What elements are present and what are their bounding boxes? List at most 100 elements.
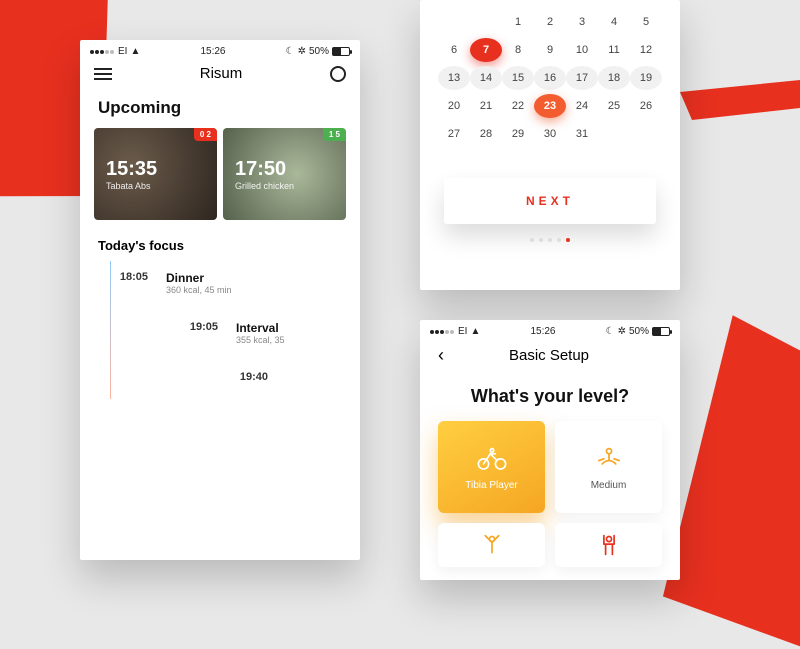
meditation-icon (592, 444, 626, 472)
status-bar: EI ▲ 15:26 ☾ ✲ 50% (420, 320, 680, 339)
calendar-day[interactable]: 22 (502, 94, 534, 118)
person-icon (592, 531, 626, 559)
page-dot[interactable] (539, 238, 543, 242)
calendar-day[interactable]: 27 (438, 122, 470, 146)
entry-meta: 355 kcal, 35 (236, 335, 285, 345)
calendar-grid: 1234567891011121314151617181920212223242… (420, 0, 680, 150)
card-time: 15:35 (106, 158, 217, 181)
calendar-day[interactable]: 18 (598, 66, 630, 90)
calendar-day[interactable]: 6 (438, 38, 470, 62)
phone-home: EI ▲ 15:26 ☾ ✲ 50% Risum Upcoming 0 2 15… (80, 40, 360, 560)
focus-heading: Today's focus (80, 220, 360, 261)
entry-time: 19:05 (168, 321, 218, 333)
timeline-entry[interactable]: 19:05 Interval 355 kcal, 35 (168, 311, 342, 361)
entry-time: 18:05 (98, 271, 148, 283)
timeline-entry[interactable]: 19:40 (218, 361, 342, 399)
page-dot[interactable] (548, 238, 552, 242)
wifi-icon: ▲ (470, 326, 480, 337)
menu-icon[interactable] (94, 68, 112, 80)
calendar-day (598, 122, 630, 146)
calendar-day[interactable]: 25 (598, 94, 630, 118)
calendar-day[interactable]: 26 (630, 94, 662, 118)
entry-name: Dinner (166, 271, 232, 285)
calendar-day (438, 10, 470, 34)
phone-calendar: 1234567891011121314151617181920212223242… (420, 0, 680, 290)
battery-pct: 50% (629, 326, 649, 337)
calendar-day[interactable]: 19 (630, 66, 662, 90)
level-option-tibia[interactable]: Tibia Player (438, 421, 545, 513)
upcoming-heading: Upcoming (80, 92, 360, 128)
back-button[interactable]: ‹ (434, 345, 448, 366)
card-label: Grilled chicken (235, 181, 346, 191)
upcoming-card[interactable]: 0 2 15:35 Tabata Abs (94, 128, 217, 220)
level-option-medium[interactable]: Medium (555, 421, 662, 513)
level-label: Tibia Player (465, 480, 517, 491)
carrier-label: EI (458, 326, 467, 337)
page-dot[interactable] (557, 238, 561, 242)
calendar-day[interactable]: 16 (534, 66, 566, 90)
wifi-icon: ▲ (130, 46, 140, 57)
status-bar: EI ▲ 15:26 ☾ ✲ 50% (80, 40, 360, 59)
dnd-moon-icon: ☾ (286, 46, 295, 57)
calendar-day[interactable]: 31 (566, 122, 598, 146)
page-dot[interactable] (566, 238, 570, 242)
bg-paint-stroke (680, 80, 800, 120)
calendar-day[interactable]: 23 (534, 94, 566, 118)
calendar-day[interactable]: 29 (502, 122, 534, 146)
calendar-day[interactable]: 24 (566, 94, 598, 118)
card-badge: 1 5 (323, 128, 346, 141)
setup-question: What's your level? (420, 376, 680, 421)
calendar-day[interactable]: 11 (598, 38, 630, 62)
timeline: 18:05 Dinner 360 kcal, 45 min 19:05 Inte… (80, 261, 360, 399)
level-option-3[interactable] (438, 523, 545, 567)
timeline-entry[interactable]: 18:05 Dinner 360 kcal, 45 min (98, 261, 342, 311)
calendar-day[interactable]: 21 (470, 94, 502, 118)
stretch-icon (475, 531, 509, 559)
page-dots (420, 224, 680, 242)
level-grid-row2 (420, 513, 680, 567)
level-label: Medium (591, 480, 627, 491)
calendar-day[interactable]: 28 (470, 122, 502, 146)
navbar: ‹ Basic Setup (420, 339, 680, 376)
navbar: Risum (80, 59, 360, 92)
cyclist-icon (475, 444, 509, 472)
calendar-day[interactable]: 14 (470, 66, 502, 90)
next-button[interactable]: NEXT (444, 178, 656, 224)
calendar-day[interactable]: 9 (534, 38, 566, 62)
signal-dots-icon (430, 326, 455, 337)
calendar-day[interactable]: 5 (630, 10, 662, 34)
search-or-profile-button[interactable] (330, 66, 346, 82)
calendar-day[interactable]: 10 (566, 38, 598, 62)
calendar-day[interactable]: 7 (470, 38, 502, 62)
battery-icon (652, 327, 670, 336)
battery-pct: 50% (309, 46, 329, 57)
entry-meta: 360 kcal, 45 min (166, 285, 232, 295)
carrier-label: EI (118, 46, 127, 57)
page-dot[interactable] (530, 238, 534, 242)
calendar-day (470, 10, 502, 34)
calendar-day[interactable]: 12 (630, 38, 662, 62)
calendar-day[interactable]: 15 (502, 66, 534, 90)
card-label: Tabata Abs (106, 181, 217, 191)
upcoming-card[interactable]: 1 5 17:50 Grilled chicken (223, 128, 346, 220)
battery-icon (332, 47, 350, 56)
screen-title: Basic Setup (509, 347, 589, 364)
next-button-label: NEXT (526, 194, 574, 208)
calendar-day[interactable]: 20 (438, 94, 470, 118)
calendar-day[interactable]: 8 (502, 38, 534, 62)
app-title: Risum (200, 65, 243, 82)
calendar-day[interactable]: 1 (502, 10, 534, 34)
level-grid: Tibia Player Medium (420, 421, 680, 513)
phone-setup: EI ▲ 15:26 ☾ ✲ 50% ‹ Basic Setup What's … (420, 320, 680, 580)
calendar-day[interactable]: 2 (534, 10, 566, 34)
calendar-day[interactable]: 3 (566, 10, 598, 34)
signal-dots-icon (90, 46, 115, 57)
bluetooth-icon: ✲ (618, 326, 626, 337)
calendar-day[interactable]: 4 (598, 10, 630, 34)
upcoming-cards: 0 2 15:35 Tabata Abs 1 5 17:50 Grilled c… (80, 128, 360, 220)
calendar-day[interactable]: 17 (566, 66, 598, 90)
calendar-day[interactable]: 30 (534, 122, 566, 146)
level-option-4[interactable] (555, 523, 662, 567)
calendar-day[interactable]: 13 (438, 66, 470, 90)
card-time: 17:50 (235, 158, 346, 181)
